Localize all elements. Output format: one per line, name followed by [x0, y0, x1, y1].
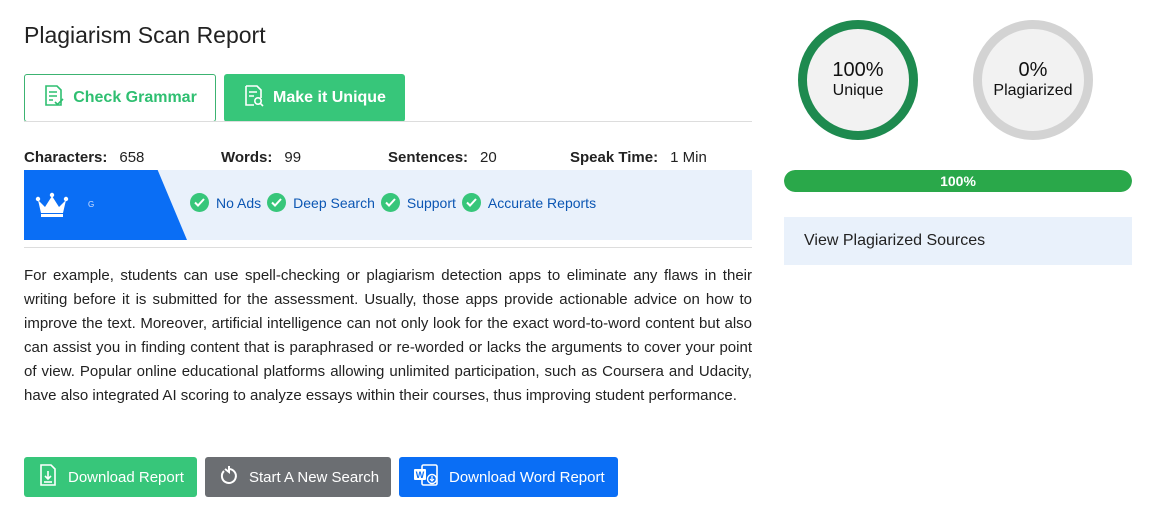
check-grammar-label: Check Grammar: [73, 89, 197, 106]
new-search-button[interactable]: Start A New Search: [205, 457, 391, 497]
word-document-icon: W: [413, 463, 439, 491]
feature-deep-search: Deep Search: [267, 193, 375, 212]
text-stats: Characters: 658 Words: 99 Sentences: 20 Spe…: [24, 149, 752, 169]
feature-support: Support: [380, 193, 456, 212]
check-grammar-button[interactable]: Check Grammar: [24, 74, 216, 122]
plagiarized-label: Plagiarized: [993, 82, 1073, 99]
stat-sentences: Sentences: 20: [388, 149, 497, 166]
view-plagiarized-sources[interactable]: View Plagiarized Sources: [784, 217, 1132, 265]
new-search-label: Start A New Search: [249, 468, 380, 486]
top-actions: Check Grammar Make it Unique: [24, 74, 405, 122]
plagiarized-score-circle: 0% Plagiarized: [973, 20, 1093, 140]
premium-badge-letter: G: [88, 200, 95, 209]
report-actions: Download Report Start A New Search W Dow…: [24, 457, 618, 497]
premium-banner[interactable]: G No Ads Deep Search Support Accurate Re…: [24, 170, 752, 240]
refresh-icon: [219, 465, 239, 489]
page-title: Plagiarism Scan Report: [24, 22, 266, 48]
feature-accurate-reports: Accurate Reports: [461, 193, 596, 212]
download-file-icon: [38, 464, 58, 490]
download-report-button[interactable]: Download Report: [24, 457, 197, 497]
download-word-button[interactable]: W Download Word Report: [399, 457, 618, 497]
divider: [24, 121, 752, 122]
download-report-label: Download Report: [68, 468, 184, 486]
stat-speak-time: Speak Time: 1 Min: [570, 149, 707, 166]
svg-text:W: W: [416, 470, 425, 480]
stat-characters: Characters: 658: [24, 149, 145, 166]
unique-percent: 100%: [832, 59, 884, 81]
stat-words: Words: 99: [221, 149, 302, 166]
unique-score-circle: 100% Unique: [798, 20, 918, 140]
download-word-label: Download Word Report: [449, 468, 605, 486]
scanned-text: For example, students can use spell-chec…: [24, 267, 752, 404]
check-circle-icon: [267, 193, 287, 212]
premium-features: No Ads Deep Search Support Accurate Repo…: [190, 193, 596, 212]
check-circle-icon: [461, 193, 481, 212]
unique-label: Unique: [832, 82, 884, 99]
progress-fill: 100%: [784, 170, 1132, 192]
uniqueness-progress-bar: 100%: [784, 170, 1132, 192]
document-search-icon: [243, 84, 265, 113]
feature-no-ads: No Ads: [190, 193, 261, 212]
crown-icon: [35, 192, 69, 223]
make-unique-button[interactable]: Make it Unique: [224, 74, 405, 122]
document-check-icon: [43, 84, 65, 113]
make-unique-label: Make it Unique: [273, 89, 386, 106]
divider: [24, 247, 752, 248]
check-circle-icon: [190, 193, 209, 212]
check-circle-icon: [380, 193, 400, 212]
plagiarized-percent: 0%: [1018, 59, 1048, 81]
